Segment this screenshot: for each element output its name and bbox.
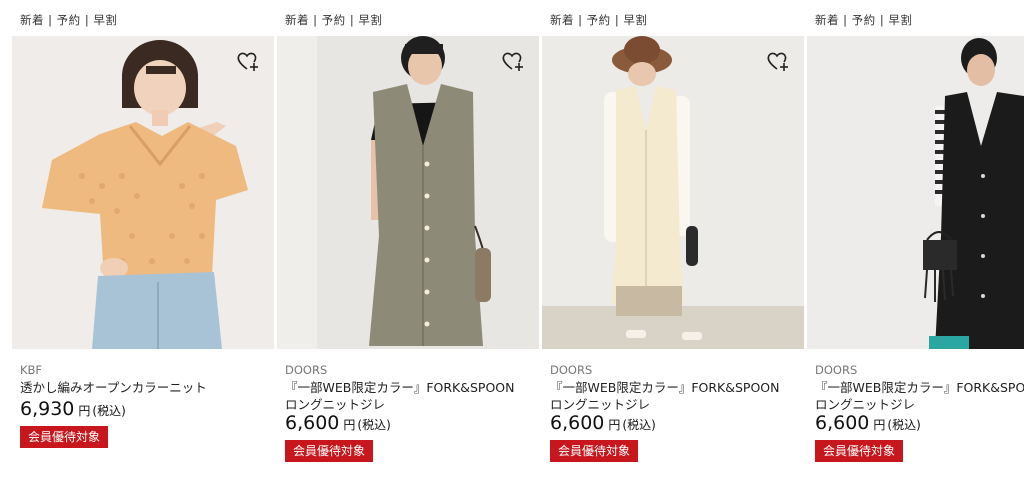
price-value: 6,600 — [550, 412, 605, 434]
product-image[interactable] — [807, 36, 1024, 349]
product-brand: DOORS — [550, 363, 593, 377]
product-title[interactable]: 『一部WEB限定カラー』FORK&SPOON ロングニットジレ — [815, 379, 1024, 413]
price-value: 6,930 — [20, 398, 75, 420]
product-brand: DOORS — [285, 363, 328, 377]
product-brand: DOORS — [815, 363, 858, 377]
price-value: 6,600 — [285, 412, 340, 434]
product-title[interactable]: 『一部WEB限定カラー』FORK&SPOON ロングニットジレ — [550, 379, 798, 413]
product-tags: 新着 | 予約 | 早割 — [285, 13, 383, 27]
product-image[interactable] — [12, 36, 274, 349]
price-value: 6,600 — [815, 412, 870, 434]
product-card[interactable]: 新着 | 予約 | 早割 — [277, 0, 539, 485]
price-currency: 円 — [608, 418, 621, 432]
product-title[interactable]: 透かし編みオープンカラーニット — [20, 379, 268, 396]
product-card[interactable]: 新着 | 予約 | 早割 — [12, 0, 274, 485]
price-currency: 円 — [873, 418, 886, 432]
product-card[interactable]: 新着 | 予約 | 早割 — [807, 0, 1024, 485]
product-price: 6,930 円 (税込) — [20, 398, 126, 420]
product-price: 6,600 円 (税込) — [285, 412, 391, 434]
member-badge: 会員優待対象 — [285, 440, 374, 462]
product-tags: 新着 | 予約 | 早割 — [815, 13, 913, 27]
favorite-add-icon[interactable] — [766, 50, 790, 72]
price-tax: (税込) — [357, 418, 391, 432]
product-price: 6,600 円 (税込) — [550, 412, 656, 434]
product-price: 6,600 円 (税込) — [815, 412, 921, 434]
product-tags: 新着 | 予約 | 早割 — [20, 13, 118, 27]
product-title[interactable]: 『一部WEB限定カラー』FORK&SPOON ロングニットジレ — [285, 379, 533, 413]
member-badge: 会員優待対象 — [20, 426, 109, 448]
price-currency: 円 — [343, 418, 356, 432]
product-image[interactable] — [542, 36, 804, 349]
product-brand: KBF — [20, 363, 43, 377]
member-badge: 会員優待対象 — [815, 440, 904, 462]
product-tags: 新着 | 予約 | 早割 — [550, 13, 648, 27]
price-tax: (税込) — [92, 404, 126, 418]
favorite-add-icon[interactable] — [501, 50, 525, 72]
price-currency: 円 — [78, 404, 91, 418]
favorite-add-icon[interactable] — [236, 50, 260, 72]
product-image[interactable] — [277, 36, 539, 349]
price-tax: (税込) — [622, 418, 656, 432]
member-badge: 会員優待対象 — [550, 440, 639, 462]
price-tax: (税込) — [887, 418, 921, 432]
product-card[interactable]: 新着 | 予約 | 早割 — [542, 0, 804, 485]
